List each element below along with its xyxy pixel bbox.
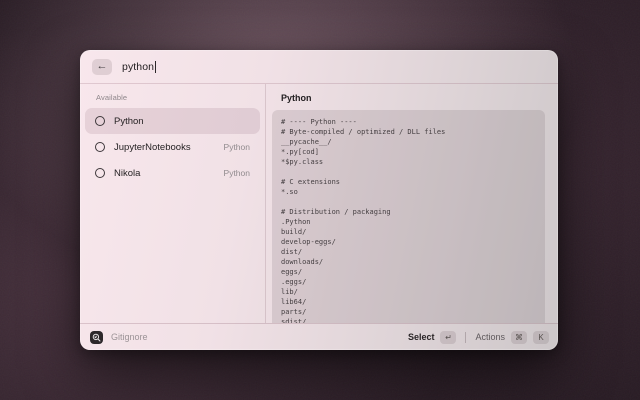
search-bar: ← python [80, 50, 558, 84]
list-item-jupyternotebooks[interactable]: JupyterNotebooks Python [85, 134, 260, 160]
main-content: Available Python JupyterNotebooks Python… [80, 84, 558, 323]
footer-divider [465, 332, 466, 343]
action-bar: Gitignore Select ↵ Actions ⌘ K [80, 323, 558, 350]
list-item-accessory: Python [224, 168, 250, 178]
search-input[interactable]: python [122, 61, 546, 73]
desktop-background: ← python Available Python JupyterNoteboo… [0, 0, 640, 400]
select-action-label[interactable]: Select [408, 332, 435, 342]
enter-key-badge[interactable]: ↵ [440, 331, 456, 344]
list-item-accessory: Python [224, 142, 250, 152]
k-key-badge[interactable]: K [533, 331, 549, 344]
magnifier-icon [92, 333, 101, 342]
back-button[interactable]: ← [92, 59, 112, 75]
actions-menu-button[interactable]: Actions [475, 332, 505, 342]
gitignore-preview: # ---- Python ---- # Byte-compiled / opt… [272, 110, 545, 323]
action-bar-right: Select ↵ Actions ⌘ K [408, 331, 549, 344]
list-item-nikola[interactable]: Nikola Python [85, 160, 260, 186]
action-bar-left: Gitignore [90, 331, 148, 344]
section-header-available: Available [96, 93, 260, 102]
search-query-text: python [122, 61, 154, 73]
gitignore-search-app-icon [90, 331, 103, 344]
back-arrow-icon: ← [97, 61, 108, 72]
circle-checkbox-icon [95, 168, 105, 178]
list-item-label: JupyterNotebooks [114, 142, 191, 153]
detail-panel: Python # ---- Python ---- # Byte-compile… [266, 84, 558, 323]
list-item-python[interactable]: Python [85, 108, 260, 134]
results-list: Available Python JupyterNotebooks Python… [80, 84, 265, 323]
cmd-key-badge[interactable]: ⌘ [511, 331, 527, 344]
extension-name: Gitignore [111, 332, 148, 342]
list-item-label: Python [114, 116, 144, 127]
command-palette-window: ← python Available Python JupyterNoteboo… [80, 50, 558, 350]
circle-checkbox-icon [95, 142, 105, 152]
circle-checkbox-icon [95, 116, 105, 126]
detail-title: Python [281, 93, 545, 103]
text-caret [155, 61, 156, 73]
list-item-label: Nikola [114, 168, 140, 179]
